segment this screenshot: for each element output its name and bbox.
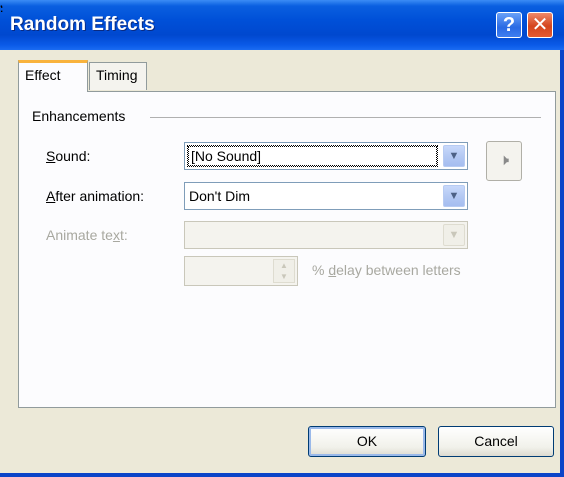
delay-spinner[interactable]: ▲ ▼ (184, 256, 298, 286)
speaker-icon: 🕨 (498, 152, 510, 169)
sound-label: Sound: (46, 148, 91, 164)
help-button[interactable]: ? (496, 12, 522, 38)
sound-dropdown[interactable]: [No Sound] ▼ (184, 142, 468, 170)
random-effects-dialog: .: Random Effects ? ✕ Effect Timing Enha… (0, 0, 564, 477)
cancel-button[interactable]: Cancel (438, 426, 554, 457)
play-sound-button[interactable]: 🕨 (486, 141, 522, 181)
after-animation-value: Don't Dim (189, 188, 251, 204)
dialog-title: Random Effects (10, 14, 155, 35)
chevron-down-icon[interactable]: ▼ (443, 224, 465, 246)
corner-mark: .: (0, 0, 4, 15)
animate-text-dropdown[interactable]: ▼ (184, 221, 468, 249)
close-icon: ✕ (531, 14, 549, 36)
chevron-down-icon[interactable]: ▼ (443, 145, 465, 167)
enhancements-group-label: Enhancements (32, 108, 126, 124)
spinner-arrows-icon[interactable]: ▲ ▼ (273, 259, 295, 283)
chevron-down-icon[interactable]: ▼ (443, 185, 465, 207)
after-animation-label: After animation: (46, 188, 145, 204)
group-divider (150, 117, 541, 118)
animate-text-label: Animate text: (46, 227, 128, 243)
tab-effect-label: Effect (25, 67, 61, 83)
tab-effect[interactable]: Effect (18, 60, 88, 92)
effect-tab-panel (18, 91, 556, 408)
window-border-bottom (0, 473, 564, 477)
window-border-right (560, 50, 564, 477)
close-button[interactable]: ✕ (527, 12, 553, 38)
sound-dropdown-value: [No Sound] (187, 145, 438, 167)
tab-timing[interactable]: Timing (89, 62, 147, 90)
tab-timing-label: Timing (96, 67, 138, 83)
delay-suffix-label: % delay between letters (312, 262, 461, 278)
title-bar[interactable]: .: Random Effects ? ✕ (0, 0, 564, 50)
after-animation-dropdown[interactable]: Don't Dim ▼ (184, 182, 468, 210)
question-icon: ? (502, 14, 516, 36)
ok-button[interactable]: OK (308, 426, 426, 457)
